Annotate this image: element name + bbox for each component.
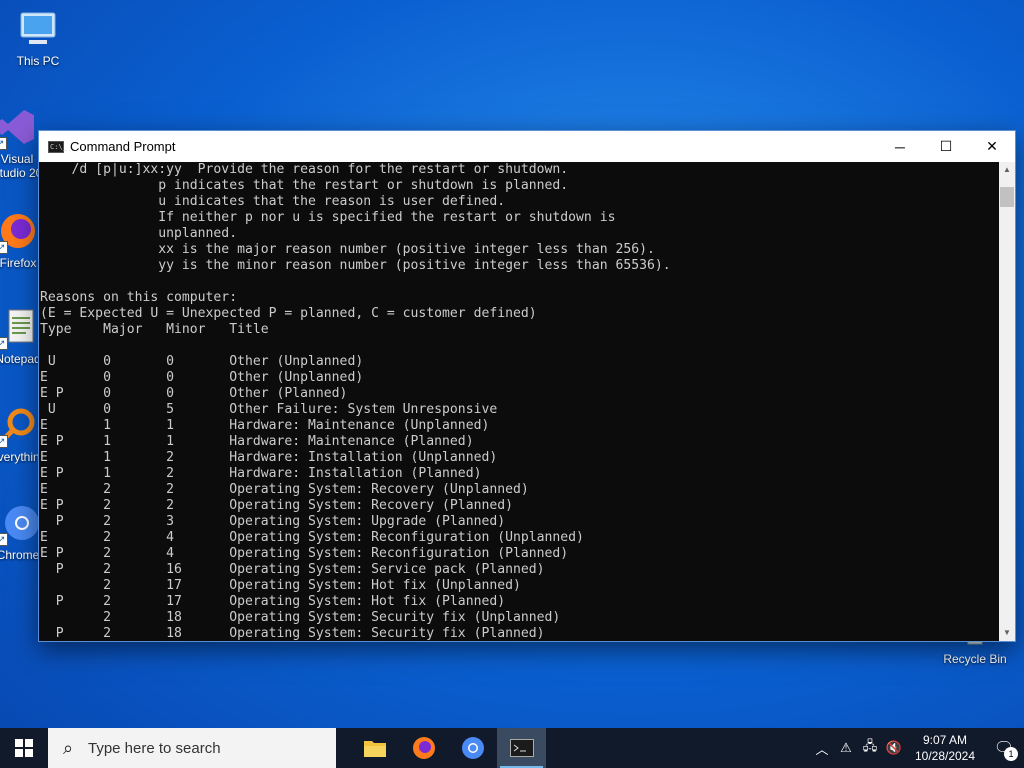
- taskbar: ⌕ Type here to search ︿ ⚠ 🖧 🔇 9:07 AM 10…: [0, 728, 1024, 768]
- maximize-button[interactable]: ☐: [923, 131, 969, 162]
- shortcut-arrow-icon: ↗: [0, 533, 8, 546]
- chrome-icon: ↗: [0, 502, 39, 546]
- console-line: P 2 16 Operating System: Service pack (P…: [40, 562, 545, 577]
- console-line: 2 17 Operating System: Hot fix (Unplanne…: [40, 578, 521, 593]
- console-line: U 0 0 Other (Unplanned): [40, 354, 364, 369]
- console-line: unplanned.: [40, 226, 238, 241]
- close-button[interactable]: ✕: [969, 131, 1015, 162]
- console-line: Type Major Minor Title: [40, 322, 269, 337]
- console-line: E P 1 2 Hardware: Installation (Planned): [40, 466, 482, 481]
- console-line: u indicates that the reason is user defi…: [40, 194, 506, 209]
- scrollbar-thumb[interactable]: [1000, 187, 1014, 207]
- search-placeholder: Type here to search: [88, 739, 221, 757]
- firefox-icon: ↗: [0, 210, 39, 254]
- chrome-icon: [461, 737, 484, 759]
- console-line: E 1 2 Hardware: Installation (Unplanned): [40, 450, 498, 465]
- volume-muted-icon[interactable]: 🔇: [882, 740, 906, 756]
- everything-icon: ↗: [0, 404, 39, 448]
- shortcut-arrow-icon: ↗: [0, 137, 7, 150]
- console-line: E 1 1 Hardware: Maintenance (Unplanned): [40, 418, 490, 433]
- console-line: E 0 0 Other (Unplanned): [40, 370, 364, 385]
- console-line: /d [p|u:]xx:yy Provide the reason for th…: [40, 162, 569, 177]
- show-hidden-icons-chevron-icon[interactable]: ︿: [810, 739, 834, 758]
- console-line: P 2 17 Operating System: Hot fix (Planne…: [40, 594, 506, 609]
- console-line: Reasons on this computer:: [40, 290, 238, 305]
- console-output[interactable]: /d [p|u:]xx:yy Provide the reason for th…: [39, 162, 1001, 641]
- title-bar[interactable]: C:\_ Command Prompt ─ ☐ ✕: [39, 131, 1015, 162]
- console-line: E P 0 0 Other (Planned): [40, 386, 348, 401]
- firefox-icon: [412, 737, 435, 759]
- visual-studio-icon: ↗: [0, 106, 38, 150]
- start-button[interactable]: [0, 728, 48, 768]
- notification-count-badge: 1: [1004, 747, 1018, 761]
- taskbar-search-box[interactable]: ⌕ Type here to search: [48, 728, 336, 768]
- vertical-scrollbar[interactable]: ▲ ▼: [999, 162, 1015, 641]
- taskbar-app-firefox[interactable]: [399, 728, 448, 768]
- system-tray: ︿ ⚠ 🖧 🔇 9:07 AM 10/28/2024 🗨 1: [810, 728, 1024, 768]
- console-line: E P 2 2 Operating System: Recovery (Plan…: [40, 498, 513, 513]
- console-line: If neither p nor u is specified the rest…: [40, 210, 616, 225]
- console-line: P 2 18 Operating System: Security fix (P…: [40, 626, 545, 641]
- console-line: 2 18 Operating System: Security fix (Unp…: [40, 610, 561, 625]
- console-line: U 0 5 Other Failure: System Unresponsive: [40, 402, 498, 417]
- windows-logo-icon: [15, 739, 33, 757]
- search-icon: ⌕: [62, 737, 74, 758]
- security-alert-icon[interactable]: ⚠: [834, 740, 858, 756]
- desktop-icon-this-pc[interactable]: This PC: [0, 8, 76, 68]
- computer-icon: [17, 8, 59, 50]
- shortcut-arrow-icon: ↗: [0, 435, 8, 448]
- window-title: Command Prompt: [70, 139, 176, 154]
- clock-time: 9:07 AM: [922, 733, 968, 747]
- console-line: E 2 4 Operating System: Reconfiguration …: [40, 530, 584, 545]
- window-controls: ─ ☐ ✕: [877, 131, 1015, 162]
- minimize-button[interactable]: ─: [877, 131, 923, 162]
- notepad-icon: ↗: [0, 306, 39, 350]
- console-line: E 2 2 Operating System: Recovery (Unplan…: [40, 482, 529, 497]
- network-icon[interactable]: 🖧: [858, 737, 882, 759]
- notification-center-button[interactable]: 🗨 1: [984, 738, 1024, 761]
- clock-date: 10/28/2024: [914, 749, 976, 763]
- scroll-down-arrow-icon[interactable]: ▼: [999, 625, 1015, 641]
- console-line: E P 2 4 Operating System: Reconfiguratio…: [40, 546, 569, 561]
- shortcut-arrow-icon: ↗: [0, 241, 8, 254]
- command-prompt-window[interactable]: C:\_ Command Prompt ─ ☐ ✕ /d [p|u:]xx:yy…: [38, 130, 1016, 642]
- shortcut-arrow-icon: ↗: [0, 337, 8, 350]
- terminal-icon: C:\_: [48, 140, 67, 153]
- taskbar-app-chrome[interactable]: [448, 728, 497, 768]
- console-line: E P 1 1 Hardware: Maintenance (Planned): [40, 434, 474, 449]
- taskbar-app-file-explorer[interactable]: [350, 728, 399, 768]
- console-line: P 2 3 Operating System: Upgrade (Planned…: [40, 514, 506, 529]
- console-line: xx is the major reason number (positive …: [40, 242, 655, 257]
- clock[interactable]: 9:07 AM 10/28/2024: [906, 732, 984, 764]
- scroll-up-arrow-icon[interactable]: ▲: [999, 162, 1015, 178]
- desktop-icon-label: This PC: [16, 54, 60, 68]
- folder-icon: [363, 741, 386, 757]
- desktop-icon-label: Recycle Bin: [943, 652, 1007, 666]
- terminal-icon: [509, 739, 534, 757]
- console-line: yy is the minor reason number (positive …: [40, 258, 671, 273]
- taskbar-app-command-prompt[interactable]: [497, 728, 546, 768]
- console-line: (E = Expected U = Unexpected P = planned…: [40, 306, 537, 321]
- console-line: p indicates that the restart or shutdown…: [40, 178, 569, 193]
